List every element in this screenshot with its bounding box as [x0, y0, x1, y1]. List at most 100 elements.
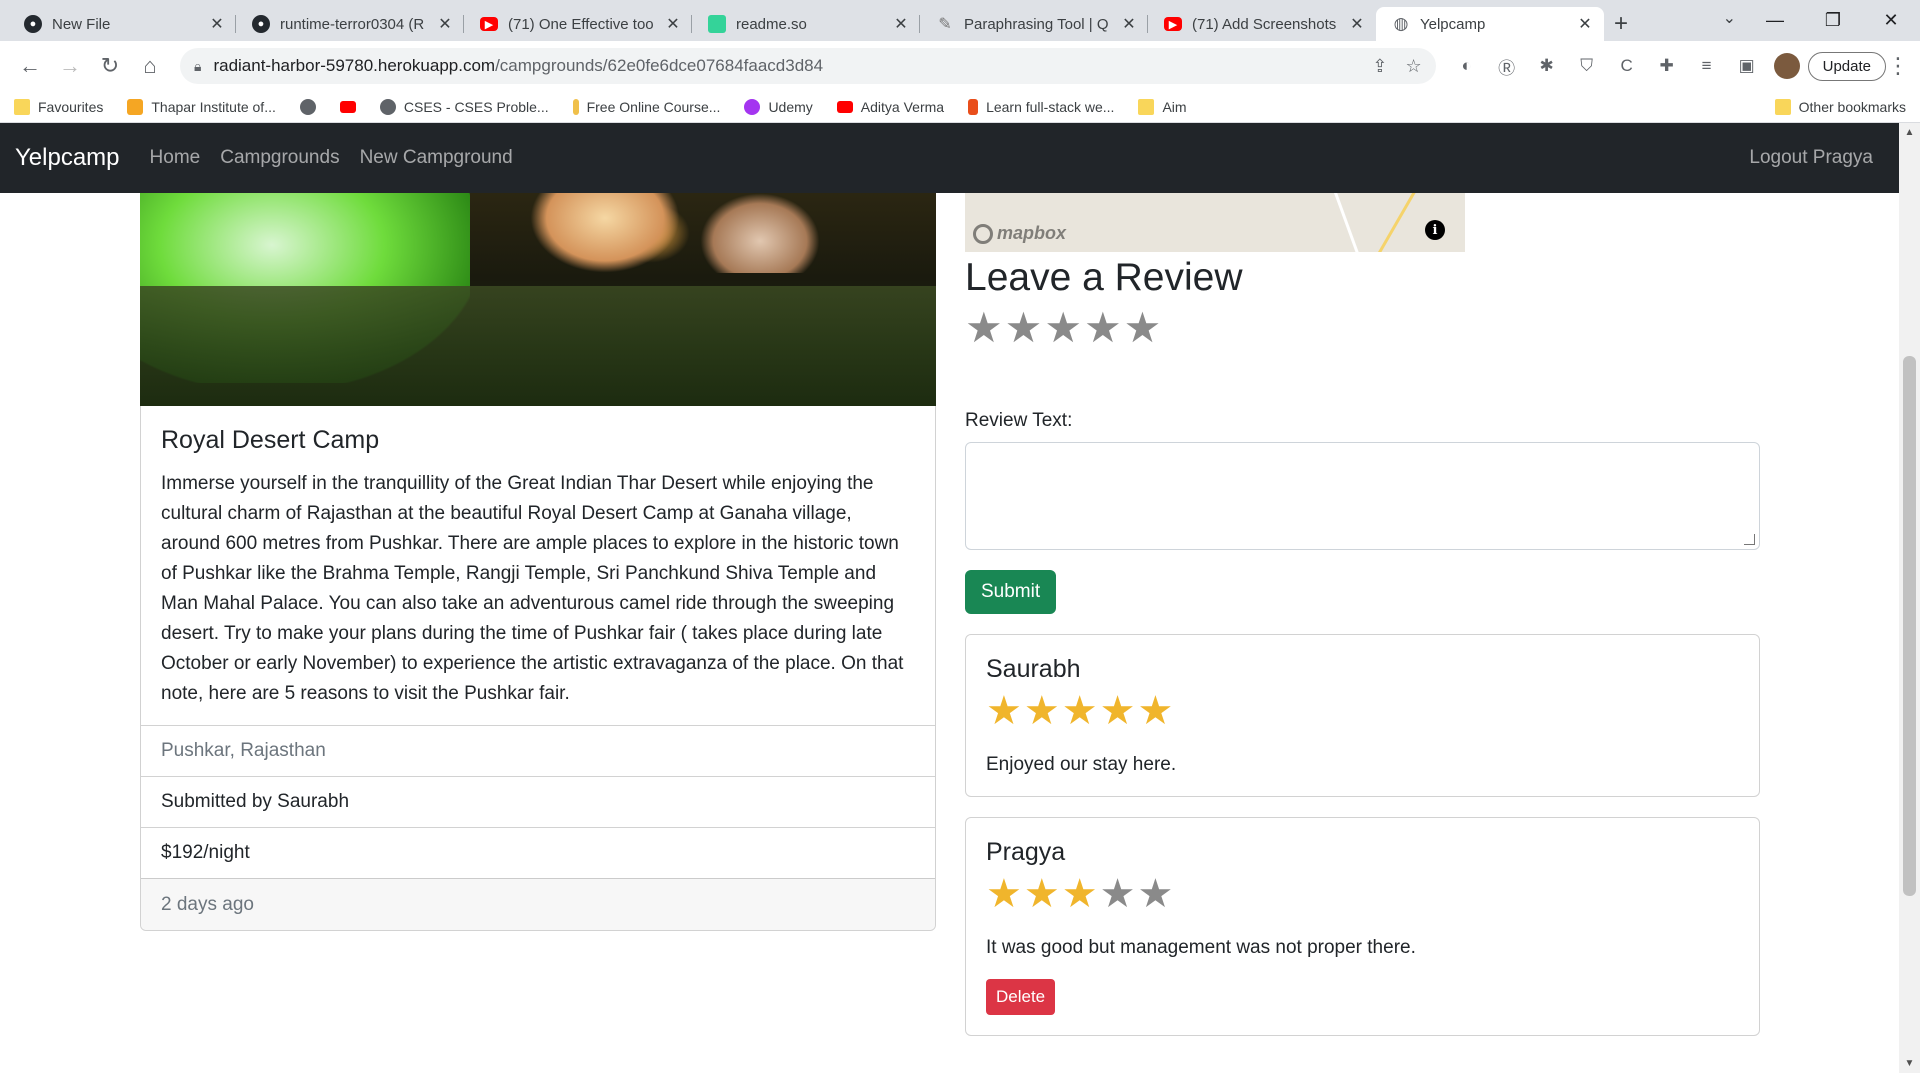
nav-new-campground[interactable]: New Campground [360, 147, 513, 169]
bookmark-item[interactable]: Thapar Institute of... [127, 98, 276, 115]
star-icon[interactable]: ★ [965, 306, 1003, 350]
extension-shield-icon[interactable]: ⛉ [1574, 53, 1600, 79]
bookmark-label: CSES - CSES Proble... [403, 98, 549, 115]
mapbox-logo[interactable]: mapbox [973, 223, 1066, 244]
close-icon[interactable]: ✕ [436, 14, 454, 34]
logout-link[interactable]: Logout Pragya [1749, 147, 1873, 169]
tab-title: Yelpcamp [1420, 15, 1486, 33]
bookmark-item[interactable]: Udemy [744, 98, 813, 115]
campground-image [140, 193, 936, 406]
bookmark-item[interactable]: CSES - CSES Proble... [379, 98, 549, 115]
bookmark-star-icon[interactable]: ☆ [1405, 56, 1421, 77]
review-heading: Leave a Review [965, 256, 1243, 299]
reload-icon[interactable]: ↻ [90, 46, 130, 86]
bookmark-item[interactable]: Free Online Course... [572, 98, 721, 115]
submit-button[interactable]: Submit [965, 570, 1057, 614]
browser-tab[interactable]: readme.so ✕ [692, 7, 920, 41]
campground-map[interactable]: mapbox i [965, 193, 1465, 252]
extension-cplus-icon[interactable]: C [1614, 53, 1640, 79]
review-card: Pragya ★ ★ ★ ★ ★ It was good but management … [965, 817, 1760, 1036]
close-icon[interactable]: ✕ [664, 14, 682, 34]
lock-icon[interactable]: 🔒︎ [194, 58, 201, 75]
extension-brain-icon[interactable]: ◐ [1454, 53, 1480, 79]
star-icon[interactable]: ★ [1044, 306, 1082, 350]
star-icon: ★ [1023, 688, 1060, 734]
bookmark-label: Other bookmarks [1798, 98, 1906, 115]
scroll-down-icon[interactable]: ▼ [1899, 1058, 1920, 1069]
folder-icon [1138, 98, 1155, 115]
browser-tab[interactable]: ▶ (71) Add Screenshots ✕ [1148, 7, 1376, 41]
course-icon [572, 98, 579, 115]
close-icon[interactable]: ✕ [1120, 14, 1138, 34]
bookmark-item[interactable]: Aditya Verma [836, 99, 944, 115]
profile-avatar[interactable] [1773, 53, 1800, 79]
restore-icon[interactable]: ❐ [1804, 0, 1862, 41]
browser-tab[interactable]: ● New File ✕ [8, 7, 236, 41]
forward-icon[interactable]: → [50, 46, 90, 86]
map-road [1375, 193, 1418, 252]
new-tab-button[interactable]: + [1604, 7, 1638, 41]
address-bar[interactable]: 🔒︎ radiant-harbor-59780.herokuapp.com/ca… [180, 48, 1436, 84]
review-textarea[interactable] [965, 442, 1760, 550]
youtube-icon [836, 100, 853, 113]
nav-home[interactable]: Home [150, 147, 201, 169]
browser-tab-active[interactable]: ◍ Yelpcamp ✕ [1376, 7, 1604, 41]
back-icon[interactable]: ← [10, 46, 50, 86]
close-window-icon[interactable]: ✕ [1862, 0, 1920, 41]
readme-icon [708, 15, 726, 33]
close-icon[interactable]: ✕ [1576, 14, 1594, 34]
other-bookmarks[interactable]: Other bookmarks [1774, 98, 1906, 115]
review-text: It was good but management was not prope… [986, 937, 1416, 958]
rating-input[interactable]: ★ ★ ★ ★ ★ [965, 306, 1760, 350]
star-icon: ★ [1137, 688, 1174, 734]
extension-r-icon[interactable]: Ⓡ [1494, 53, 1520, 79]
extension-bug-icon[interactable]: ✱ [1534, 53, 1560, 79]
globe-icon: ◍ [1393, 14, 1409, 33]
page-scrollbar[interactable]: ▲ ▼ [1899, 123, 1920, 1073]
udemy-icon [744, 98, 761, 115]
bookmark-item[interactable] [339, 100, 356, 113]
bookmark-item[interactable] [299, 98, 316, 115]
browser-tab[interactable]: ● runtime-terror0304 (R ✕ [236, 7, 464, 41]
minimize-icon[interactable]: — [1746, 0, 1804, 41]
star-icon[interactable]: ★ [1005, 306, 1043, 350]
update-button[interactable]: Update [1807, 51, 1886, 81]
bookmark-item[interactable]: Learn full-stack we... [968, 98, 1114, 115]
tab-title: Paraphrasing Tool | Q [964, 15, 1109, 33]
map-road [1331, 193, 1362, 252]
bookmark-label: Aim [1162, 98, 1187, 115]
bookmark-item[interactable]: Favourites [14, 98, 103, 115]
media-queue-icon[interactable]: ≡ [1694, 53, 1720, 79]
github-icon: ● [24, 15, 42, 33]
scrollbar-thumb[interactable] [1903, 356, 1916, 896]
close-icon[interactable]: ✕ [892, 14, 910, 34]
tab-search-icon[interactable]: ⌄ [1723, 8, 1736, 28]
bookmark-item[interactable]: Aim [1138, 98, 1187, 115]
home-icon[interactable]: ⌂ [130, 46, 170, 86]
share-icon[interactable]: ⇪ [1372, 56, 1387, 77]
folder-icon [1774, 98, 1791, 115]
brand-link[interactable]: Yelpcamp [15, 144, 120, 172]
review-text-label: Review Text: [965, 410, 1073, 431]
close-icon[interactable]: ✕ [1348, 14, 1366, 34]
menu-kebab-icon[interactable]: ⋮ [1886, 46, 1910, 86]
campground-posted-time: 2 days ago [141, 878, 935, 930]
review-rating: ★ ★ ★ ★ ★ [986, 690, 1739, 732]
scroll-up-icon[interactable]: ▲ [1899, 127, 1920, 138]
tab-title: (71) Add Screenshots [1192, 15, 1337, 33]
tab-title: runtime-terror0304 (R [280, 15, 425, 33]
star-icon[interactable]: ★ [1124, 306, 1162, 350]
browser-tab[interactable]: ▶ (71) One Effective too ✕ [464, 7, 692, 41]
review-author: Saurabh [986, 655, 1081, 683]
bookmark-label: Free Online Course... [586, 98, 721, 115]
campground-location: Pushkar, Rajasthan [141, 725, 935, 776]
star-icon[interactable]: ★ [1084, 306, 1122, 350]
delete-review-button[interactable]: Delete [986, 979, 1056, 1015]
browser-tab-strip: ● New File ✕ ● runtime-terror0304 (R ✕ ▶… [0, 0, 1920, 41]
map-info-icon[interactable]: i [1425, 220, 1445, 240]
close-icon[interactable]: ✕ [208, 14, 226, 34]
browser-tab[interactable]: ✎ Paraphrasing Tool | Q ✕ [920, 7, 1148, 41]
nav-campgrounds[interactable]: Campgrounds [220, 147, 339, 169]
side-panel-icon[interactable]: ▣ [1734, 53, 1760, 79]
extensions-puzzle-icon[interactable]: ✚ [1654, 53, 1680, 79]
